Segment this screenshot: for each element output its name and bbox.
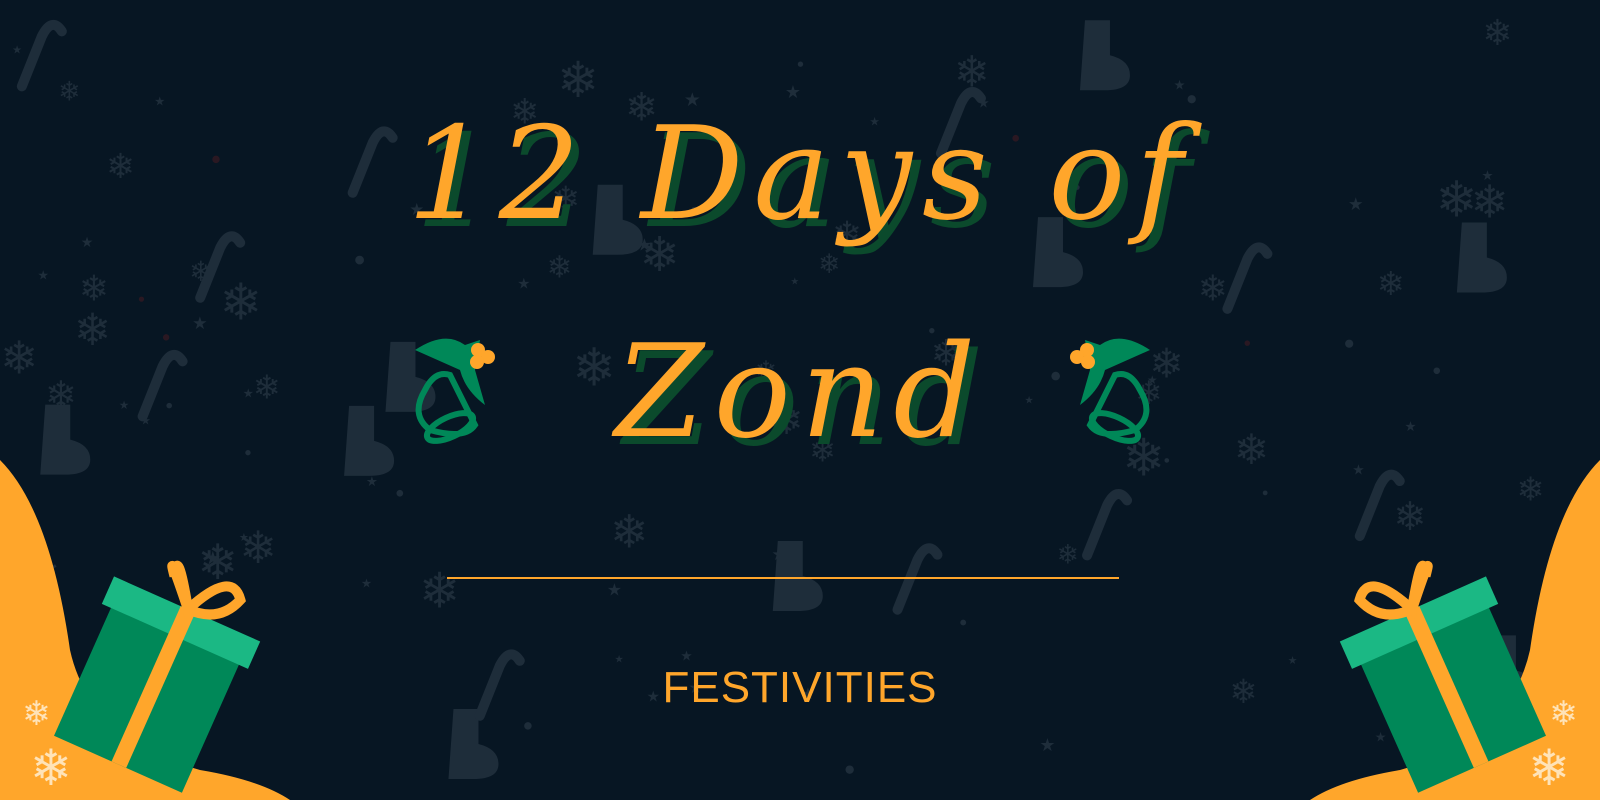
- star-icon: ★: [517, 274, 530, 292]
- snowflake-icon: ❄: [79, 268, 109, 309]
- dot-icon: ●: [524, 720, 533, 731]
- divider-line: [447, 577, 1119, 579]
- snowflake-icon: ❄: [30, 739, 72, 797]
- star-icon: ★: [1174, 78, 1186, 93]
- star-icon: ★: [366, 475, 378, 490]
- dot-icon: ●: [139, 295, 145, 303]
- dot-icon: ●: [355, 252, 365, 266]
- candy-cane-icon: [1222, 242, 1273, 314]
- star-icon: ★: [361, 576, 372, 591]
- star-icon: ★: [790, 277, 799, 288]
- star-icon: ★: [37, 268, 49, 283]
- star-icon: ★: [12, 42, 22, 56]
- holly-bell-icon: [415, 338, 495, 444]
- snowflake-icon: ❄: [547, 250, 573, 285]
- snowflake-icon: ❄: [610, 505, 648, 559]
- stocking-icon: [448, 709, 499, 780]
- dot-icon: ●: [396, 488, 404, 498]
- holly-bell-icon: [1070, 338, 1150, 444]
- stocking-icon: [772, 540, 823, 611]
- title-line-1: 12 Days of: [407, 100, 1193, 249]
- stocking-icon: [1079, 20, 1130, 91]
- title-line-2: Zond: [614, 318, 986, 467]
- snowflake-icon: ❄: [1056, 539, 1078, 570]
- dot-icon: ●: [845, 763, 855, 776]
- snowflake-icon: ❄: [1377, 264, 1405, 303]
- dot-icon: ●: [797, 59, 803, 68]
- snowflake-icon: ❄: [1528, 739, 1570, 797]
- star-icon: ★: [607, 580, 622, 600]
- star-icon: ★: [1039, 735, 1055, 756]
- gift-corner-left: ❄ ❄: [0, 460, 290, 800]
- candy-cane-icon: [16, 20, 67, 92]
- snowflake-icon: ❄: [1198, 268, 1228, 309]
- snowflake-icon: ❄: [1482, 13, 1512, 54]
- snowflake-icon: ❄: [22, 694, 51, 734]
- snowflake-icon: ❄: [419, 561, 460, 619]
- candy-cane-icon: [1082, 489, 1133, 561]
- gift-corner-right: ❄ ❄: [1310, 460, 1600, 800]
- snowflake-icon: ❄: [1550, 694, 1579, 734]
- dot-icon: ●: [1262, 490, 1268, 497]
- dot-icon: ●: [960, 618, 967, 627]
